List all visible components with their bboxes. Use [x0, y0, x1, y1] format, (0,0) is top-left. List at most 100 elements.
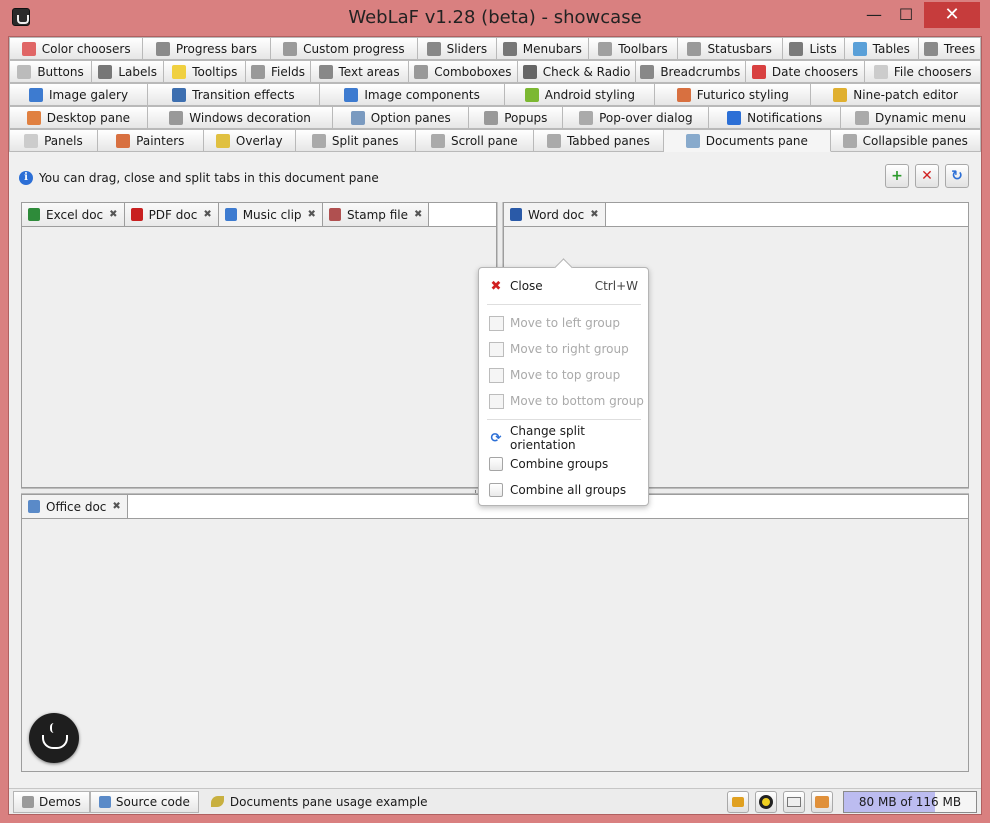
- tab-image-components[interactable]: Image components: [319, 83, 506, 106]
- tab-fields[interactable]: Fields: [246, 60, 311, 83]
- close-tab-icon[interactable]: ✖: [203, 209, 211, 220]
- tab-desktop-pane[interactable]: Desktop pane: [9, 106, 148, 129]
- client-area: Color choosers Progress bars Custom progre…: [8, 36, 982, 815]
- office-icon: [28, 500, 40, 513]
- remove-document-button[interactable]: ✕: [915, 164, 939, 188]
- combine-groups-checkbox[interactable]: [488, 456, 504, 472]
- tab-date-choosers[interactable]: Date choosers: [745, 60, 866, 83]
- close-tab-icon[interactable]: ✖: [308, 209, 316, 220]
- move-bottom-group-icon: [488, 393, 504, 409]
- tab-label: Labels: [118, 64, 157, 79]
- tab-label: Collapsible panes: [862, 133, 968, 148]
- tab-pop-over-dialog[interactable]: Pop-over dialog: [563, 106, 710, 129]
- close-tab-icon[interactable]: ✖: [414, 209, 422, 220]
- radiation-button[interactable]: [755, 791, 777, 813]
- tab-buttons[interactable]: Buttons: [9, 60, 93, 83]
- close-tab-icon[interactable]: ✖: [112, 501, 120, 512]
- tab-context-menu: ✖ Close Ctrl+W Move to left group Move t…: [478, 267, 649, 506]
- window-mode-button[interactable]: [783, 791, 805, 813]
- menu-item-move-top[interactable]: Move to top group: [479, 362, 648, 388]
- menu-item-combine-all[interactable]: Combine all groups: [479, 477, 648, 503]
- tab-comboboxes[interactable]: Comboboxes: [408, 60, 519, 83]
- tab-scroll-pane[interactable]: Scroll pane: [415, 129, 534, 152]
- menu-item-move-left[interactable]: Move to left group: [479, 310, 648, 336]
- tab-transition-effects[interactable]: Transition effects: [148, 83, 320, 106]
- document-tab-excel-doc[interactable]: Excel doc ✖: [22, 203, 125, 226]
- tab-overlay[interactable]: Overlay: [203, 129, 296, 152]
- nine-patch-icon: [833, 87, 848, 102]
- document-tab-word-doc[interactable]: Word doc ✖: [504, 203, 606, 226]
- document-tab-stamp-file[interactable]: Stamp file ✖: [322, 203, 430, 226]
- tab-label: Lists: [809, 41, 837, 56]
- tab-windows-decoration[interactable]: Windows decoration: [147, 106, 334, 129]
- tab-nine-patch-editor[interactable]: Nine-patch editor: [811, 83, 981, 106]
- checkbox-icon: [522, 64, 537, 79]
- breadcrumb-demos[interactable]: Demos: [13, 790, 90, 813]
- add-document-button[interactable]: +: [885, 164, 909, 188]
- tab-documents-pane[interactable]: Documents pane: [664, 129, 831, 152]
- title-bar[interactable]: WebLaF v1.28 (beta) - showcase — ☐ ✕: [0, 0, 990, 35]
- excel-icon: [28, 208, 40, 221]
- menu-item-change-orientation[interactable]: ⟳ Change split orientation: [479, 424, 648, 452]
- tab-tabbed-panes[interactable]: Tabbed panes: [533, 129, 665, 152]
- tab-notifications[interactable]: Notifications: [709, 106, 842, 129]
- tab-color-choosers[interactable]: Color choosers: [9, 37, 144, 60]
- tab-lists[interactable]: Lists: [782, 37, 845, 60]
- tab-tooltips[interactable]: Tooltips: [164, 60, 247, 83]
- menu-item-move-right[interactable]: Move to right group: [479, 336, 648, 362]
- tab-panels[interactable]: Panels: [9, 129, 98, 152]
- breadcrumb-source-code[interactable]: Source code: [89, 790, 199, 813]
- document-tab-music-clip[interactable]: Music clip ✖: [218, 203, 323, 226]
- pdf-icon: [130, 208, 143, 221]
- close-tab-icon[interactable]: ✖: [590, 209, 598, 220]
- tab-custom-progress[interactable]: Custom progress: [270, 37, 419, 60]
- tab-check-radio[interactable]: Check & Radio: [518, 60, 636, 83]
- menu-item-combine-groups[interactable]: Combine groups: [479, 451, 648, 477]
- menubar-icon: [502, 41, 517, 56]
- maximize-button[interactable]: ☐: [888, 2, 924, 28]
- tab-file-choosers[interactable]: File choosers: [865, 60, 982, 83]
- tab-labels[interactable]: Labels: [92, 60, 165, 83]
- tab-option-panes[interactable]: Option panes: [333, 106, 470, 129]
- refresh-button[interactable]: ↻: [945, 164, 969, 188]
- tab-label: Scroll pane: [450, 133, 518, 148]
- combine-all-label: Combine all groups: [510, 483, 627, 497]
- memory-usage-bar[interactable]: 80 MB of 116 MB: [843, 791, 977, 813]
- close-window-button[interactable]: ✕: [924, 2, 980, 28]
- lock-button[interactable]: [727, 791, 749, 813]
- menu-item-move-bottom[interactable]: Move to bottom group: [479, 388, 648, 414]
- menu-item-close[interactable]: ✖ Close Ctrl+W: [479, 273, 648, 299]
- dynamic-menu-icon: [855, 110, 870, 125]
- tools-button[interactable]: [811, 791, 833, 813]
- tab-image-galery[interactable]: Image galery: [9, 83, 148, 106]
- button-icon: [17, 64, 32, 79]
- tab-progress-bars[interactable]: Progress bars: [143, 37, 271, 60]
- tab-label: Date choosers: [771, 64, 859, 79]
- toolbar-icon: [598, 41, 613, 56]
- tab-popups[interactable]: Popups: [469, 106, 564, 129]
- tab-statusbars[interactable]: Statusbars: [677, 37, 783, 60]
- tab-dynamic-menu[interactable]: Dynamic menu: [841, 106, 981, 129]
- tab-split-panes[interactable]: Split panes: [295, 129, 416, 152]
- tab-collapsible-panes[interactable]: Collapsible panes: [830, 129, 981, 152]
- tab-toolbars[interactable]: Toolbars: [589, 37, 678, 60]
- tab-futurico-styling[interactable]: Futurico styling: [655, 83, 812, 106]
- minimize-button[interactable]: —: [856, 2, 892, 28]
- document-tab-pdf-doc[interactable]: PDF doc ✖: [124, 203, 219, 226]
- tab-breadcrumbs[interactable]: Breadcrumbs: [635, 60, 746, 83]
- tab-text-areas[interactable]: Text areas: [310, 60, 409, 83]
- tab-menubars[interactable]: Menubars: [496, 37, 590, 60]
- info-message: i You can drag, close and split tabs in …: [19, 169, 379, 187]
- close-tab-icon[interactable]: ✖: [109, 209, 117, 220]
- coffee-cup-icon[interactable]: [29, 713, 79, 763]
- tab-sliders[interactable]: Sliders: [418, 37, 497, 60]
- tab-painters[interactable]: Painters: [97, 129, 204, 152]
- tab-label: Desktop pane: [46, 110, 131, 125]
- combine-all-checkbox[interactable]: [488, 482, 504, 498]
- document-tab-office-doc[interactable]: Office doc ✖: [22, 495, 128, 518]
- bottom-document-group: Office doc ✖: [21, 494, 969, 772]
- tab-trees[interactable]: Trees: [918, 37, 982, 60]
- document-tab-label: Music clip: [242, 207, 302, 222]
- tab-android-styling[interactable]: Android styling: [505, 83, 656, 106]
- tab-tables[interactable]: Tables: [844, 37, 919, 60]
